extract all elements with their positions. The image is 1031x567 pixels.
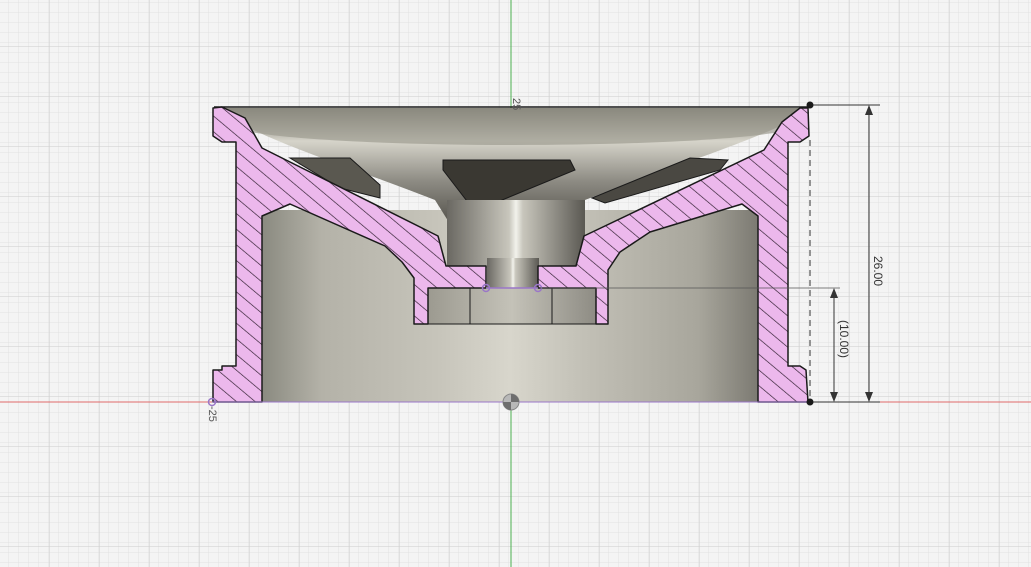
axis-marker-top: 25: [510, 98, 522, 110]
sketch-corner-bottom-right[interactable]: [806, 398, 814, 406]
wheel-hub-neck: [487, 258, 539, 288]
origin-icon[interactable]: [502, 393, 520, 411]
dimension-value-reference[interactable]: (10.00): [837, 320, 851, 358]
wheel-hub-bore: [447, 200, 585, 268]
cad-viewport[interactable]: 26.00 (10.00) 25 -25: [0, 0, 1031, 567]
dimension-value-overall[interactable]: 26.00: [871, 256, 885, 286]
sketch-corner-top-right[interactable]: [806, 101, 814, 109]
axis-marker-left: -25: [206, 406, 218, 422]
hub-pocket: [427, 287, 597, 325]
